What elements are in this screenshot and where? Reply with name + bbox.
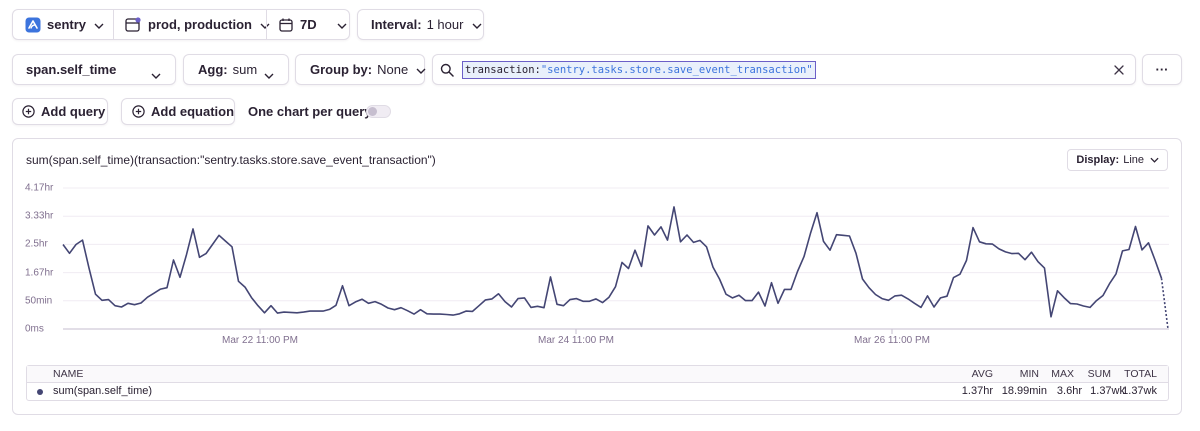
- series-color-dot: [37, 389, 43, 395]
- series-avg: 1.37hr: [961, 385, 993, 397]
- chevron-down-icon: [416, 62, 426, 77]
- chevron-down-icon: [337, 17, 347, 32]
- field-selector[interactable]: span.self_time: [12, 54, 176, 85]
- toggle-knob: [368, 107, 377, 116]
- clear-icon[interactable]: [1113, 64, 1125, 76]
- field-label: span.self_time: [26, 62, 117, 77]
- chevron-down-icon: [264, 67, 274, 82]
- group-by-label: Group by:: [310, 62, 373, 77]
- series-table-header: NAME AVG MIN MAX SUM TOTAL: [27, 366, 1168, 383]
- aggregate-selector[interactable]: Agg: sum: [183, 54, 289, 85]
- aggregate-value: sum: [232, 62, 258, 77]
- search-token[interactable]: transaction:"sentry.tasks.store.save_eve…: [462, 61, 816, 79]
- chevron-down-icon: [151, 67, 161, 82]
- one-chart-per-query-toggle[interactable]: [366, 105, 391, 118]
- col-min: MIN: [1019, 368, 1039, 380]
- environment-icon: [125, 16, 141, 33]
- search-token-key: transaction:: [465, 64, 541, 76]
- date-range-label: 7D: [300, 17, 317, 32]
- search-icon: [440, 63, 454, 77]
- aggregate-label: Agg:: [198, 62, 228, 77]
- page-filter-bar: sentry prod, production 7D: [12, 9, 350, 40]
- series-table: NAME AVG MIN MAX SUM TOTAL sum(span.self…: [26, 365, 1169, 401]
- series-line-incomplete: [1160, 278, 1169, 330]
- col-total: TOTAL: [1124, 368, 1157, 380]
- environment-label: prod, production: [148, 17, 252, 32]
- chart-panel: sum(span.self_time)(transaction:"sentry.…: [12, 138, 1182, 415]
- ellipsis-icon: ···: [1155, 62, 1169, 77]
- series-max: 3.6hr: [1056, 385, 1082, 397]
- series-sum: 1.37wk: [1090, 385, 1125, 397]
- add-query-button[interactable]: Add query: [12, 98, 108, 125]
- series-min: 18.99min: [1001, 385, 1047, 397]
- project-selector[interactable]: sentry: [13, 10, 113, 39]
- chevron-down-icon: [472, 17, 482, 32]
- col-avg: AVG: [971, 368, 993, 380]
- add-equation-button[interactable]: Add equation: [121, 98, 235, 125]
- series-total: 1.37wk: [1122, 385, 1157, 397]
- series-row[interactable]: sum(span.self_time) 1.37hr 18.99min 3.6h…: [27, 383, 1168, 400]
- search-input[interactable]: transaction:"sentry.tasks.store.save_eve…: [432, 54, 1136, 85]
- interval-selector[interactable]: Interval: 1 hour: [357, 9, 484, 40]
- interval-label: Interval:: [371, 17, 422, 32]
- more-options-button[interactable]: ···: [1142, 54, 1182, 85]
- date-selector[interactable]: 7D: [267, 10, 351, 39]
- group-by-selector[interactable]: Group by: None: [295, 54, 426, 85]
- col-sum: SUM: [1087, 368, 1111, 380]
- series-name: sum(span.self_time): [53, 385, 153, 397]
- plus-circle-icon: [22, 105, 35, 118]
- interval-value: 1 hour: [426, 17, 464, 32]
- environment-selector[interactable]: prod, production: [114, 10, 270, 39]
- one-chart-per-query-label: One chart per query: [248, 104, 372, 119]
- search-token-value: "sentry.tasks.store.save_event_transacti…: [540, 64, 813, 76]
- add-query-label: Add query: [41, 104, 106, 119]
- project-label: sentry: [47, 17, 87, 32]
- group-by-value: None: [377, 62, 409, 77]
- col-name: NAME: [53, 368, 84, 380]
- chevron-down-icon: [94, 17, 104, 32]
- col-max: MAX: [1051, 368, 1074, 380]
- line-chart: [62, 187, 1169, 334]
- calendar-icon: [279, 18, 293, 32]
- sentry-logo-icon: [25, 17, 41, 33]
- add-equation-label: Add equation: [151, 104, 235, 119]
- plus-circle-icon: [132, 105, 145, 118]
